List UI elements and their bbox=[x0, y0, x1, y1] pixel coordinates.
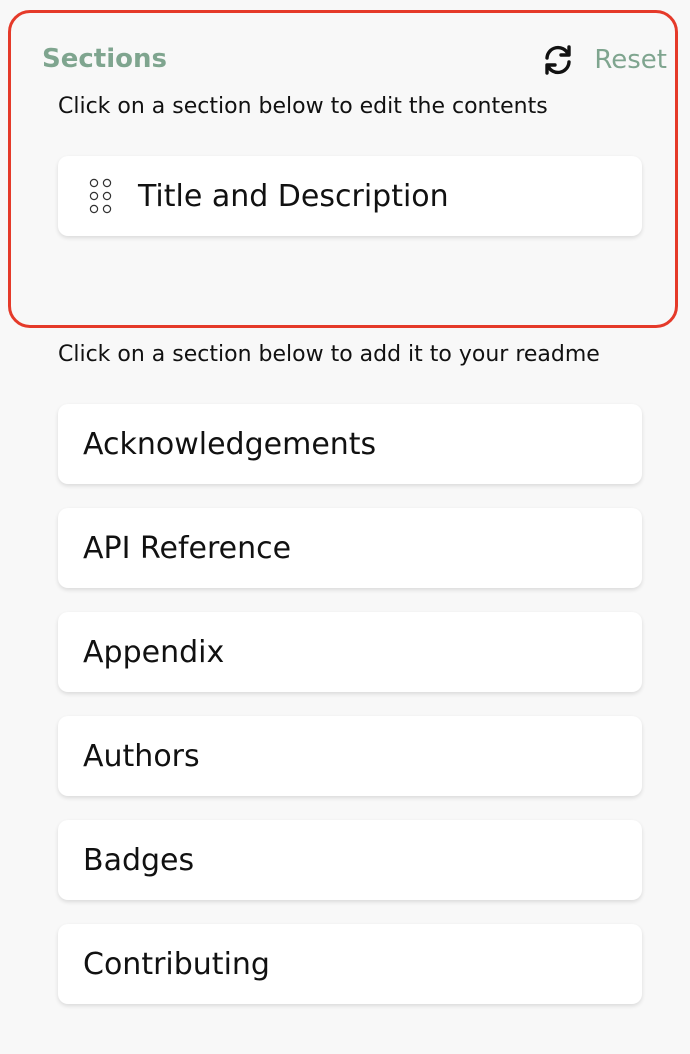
drag-handle-icon[interactable] bbox=[88, 177, 114, 215]
section-card-acknowledgements[interactable]: Acknowledgements bbox=[58, 404, 642, 484]
section-card-appendix[interactable]: Appendix bbox=[58, 612, 642, 692]
add-hint-text: Click on a section below to add it to yo… bbox=[58, 342, 600, 367]
sections-title: Sections bbox=[42, 44, 167, 74]
reset-label: Reset bbox=[594, 45, 667, 75]
refresh-icon bbox=[540, 42, 576, 78]
section-card-label: API Reference bbox=[83, 530, 292, 566]
section-card-contributing[interactable]: Contributing bbox=[58, 924, 642, 1004]
section-card-label: Contributing bbox=[83, 946, 270, 982]
section-card-badges[interactable]: Badges bbox=[58, 820, 642, 900]
section-card-label: Acknowledgements bbox=[83, 426, 377, 462]
section-card-label: Badges bbox=[83, 842, 195, 878]
section-card-api-reference[interactable]: API Reference bbox=[58, 508, 642, 588]
edit-hint-text: Click on a section below to edit the con… bbox=[58, 94, 548, 119]
section-card-label: Title and Description bbox=[138, 178, 449, 214]
reset-button[interactable]: Reset bbox=[540, 42, 667, 78]
section-card-authors[interactable]: Authors bbox=[58, 716, 642, 796]
section-card-title-and-description[interactable]: Title and Description bbox=[58, 156, 642, 236]
sections-header: Sections Reset bbox=[42, 42, 672, 82]
section-card-label: Authors bbox=[83, 738, 200, 774]
section-card-label: Appendix bbox=[83, 634, 225, 670]
